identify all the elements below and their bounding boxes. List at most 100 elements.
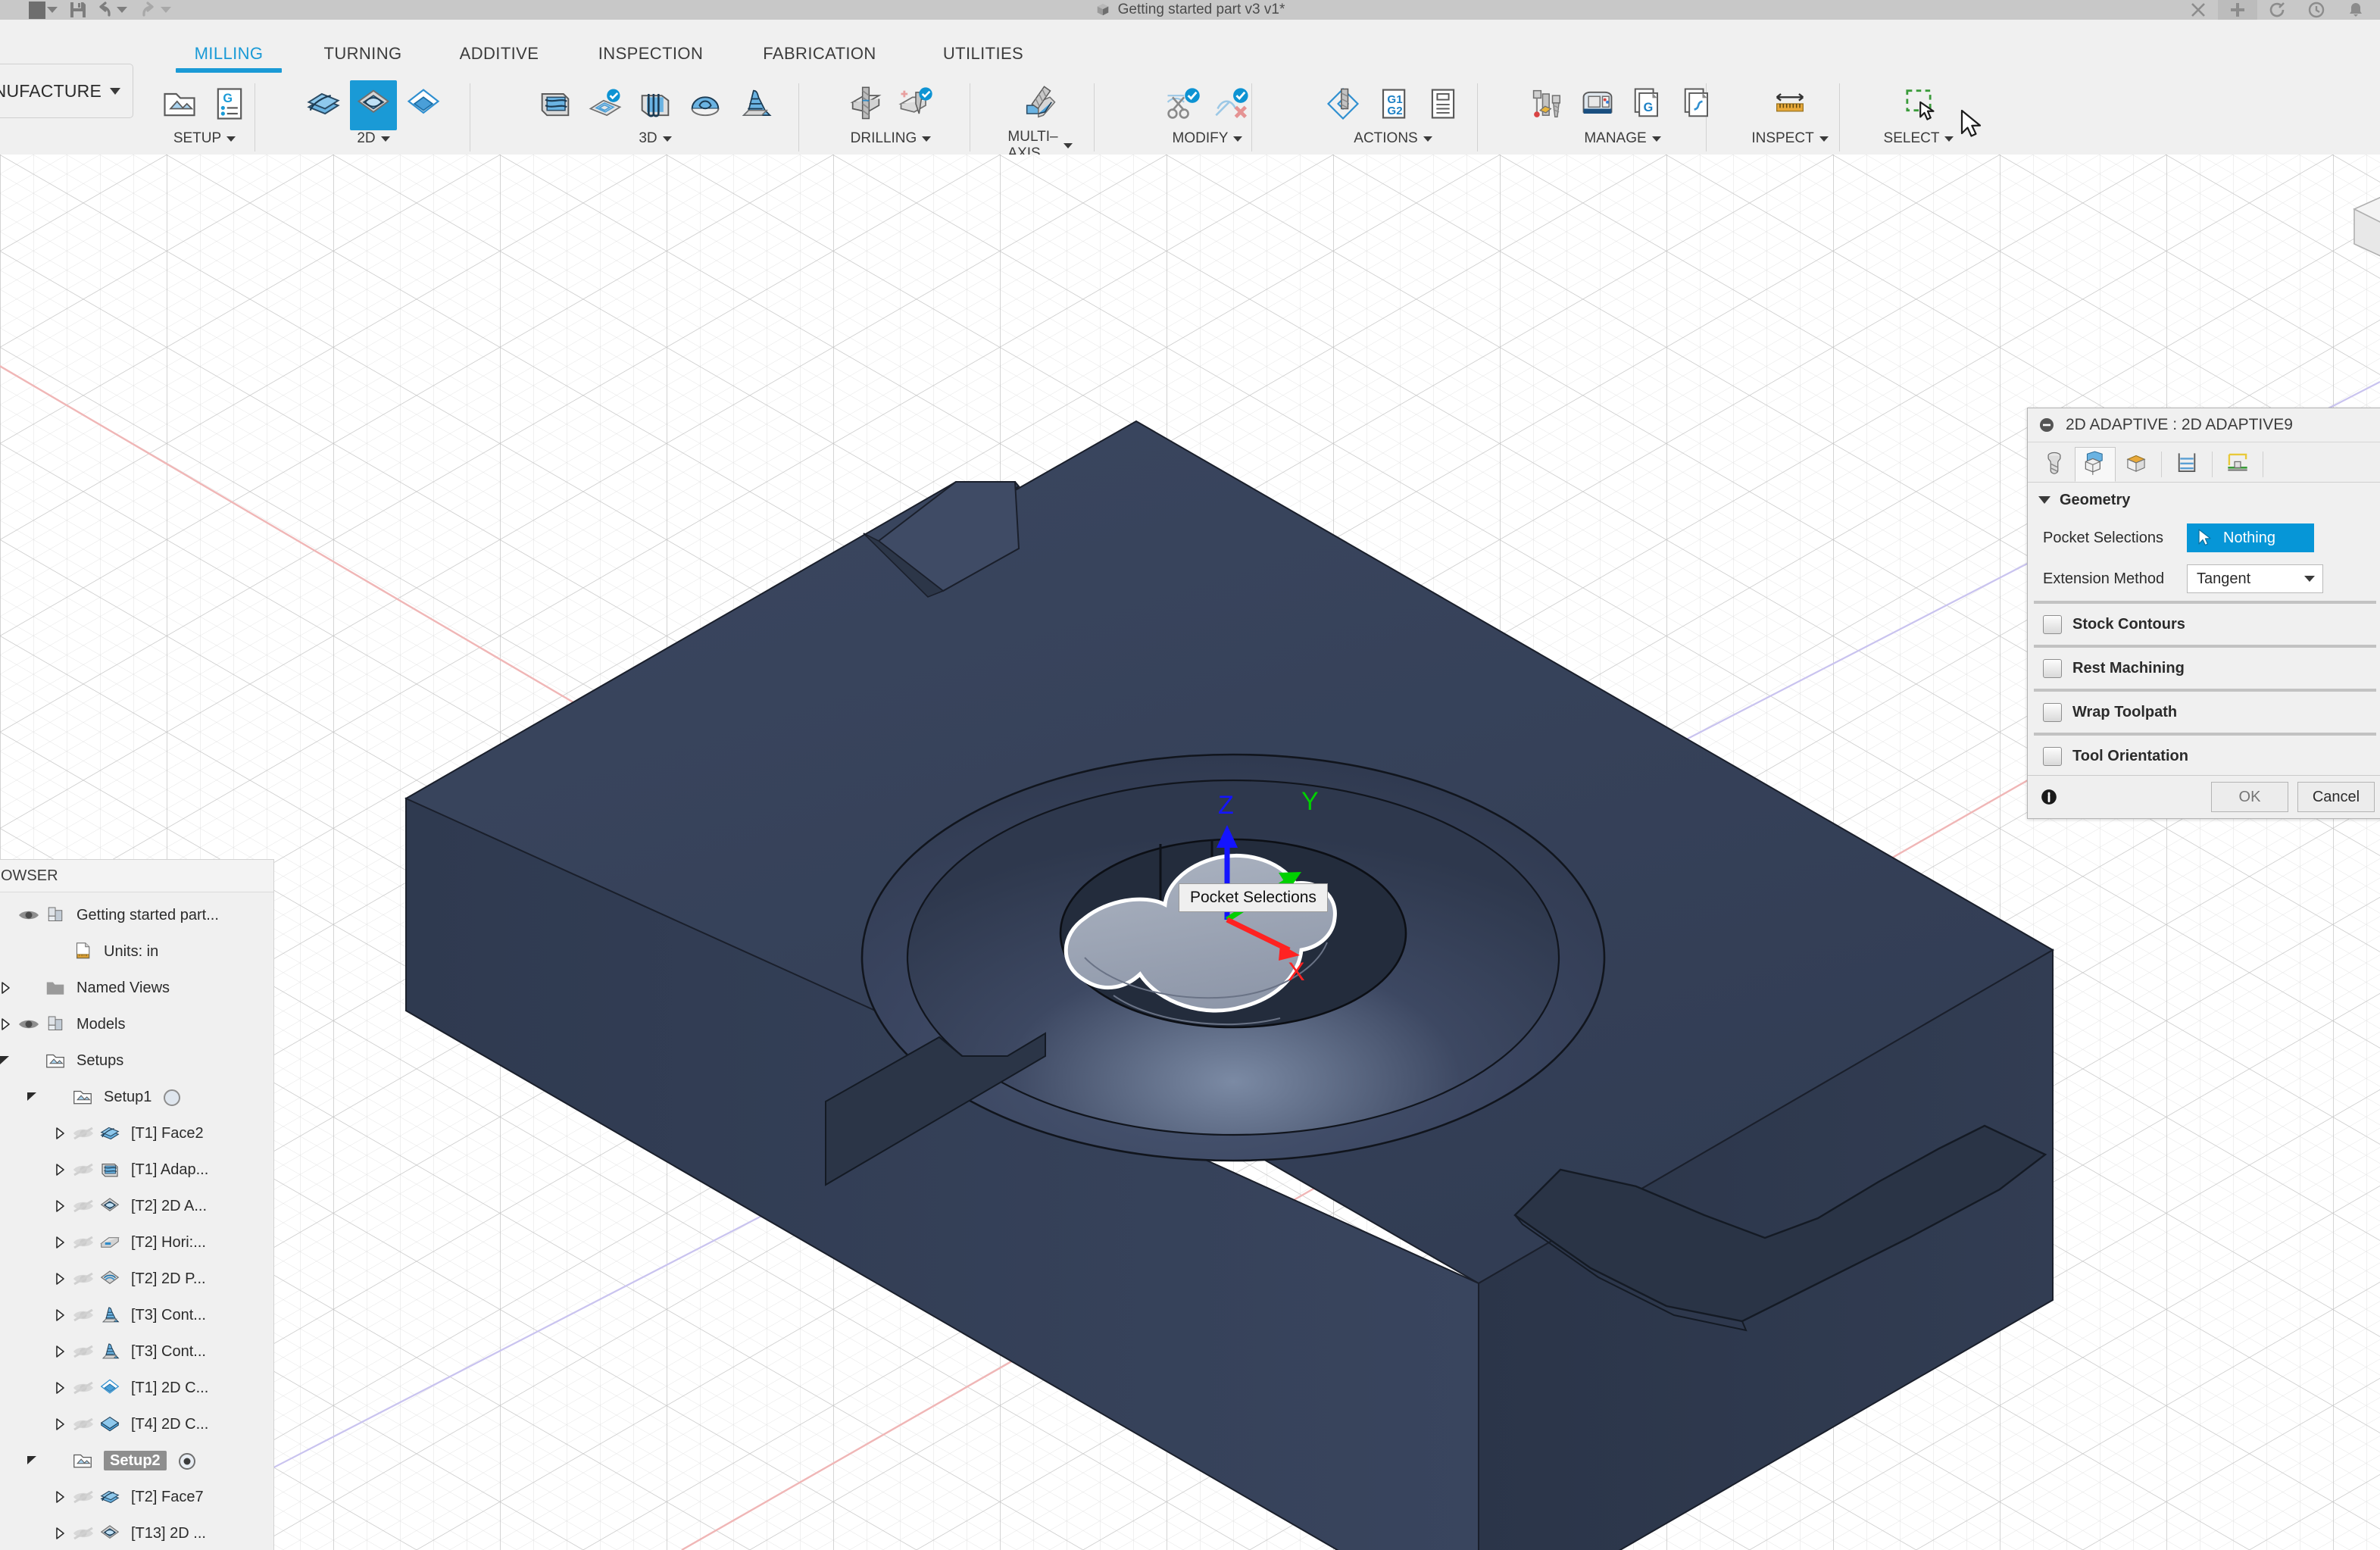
tree-expander[interactable] xyxy=(23,1088,42,1106)
tree-expander[interactable] xyxy=(51,1197,69,1215)
close-tab-button[interactable] xyxy=(2179,0,2218,20)
measure-button[interactable] xyxy=(1766,80,1813,130)
ribbon-group-label[interactable]: ACTIONS xyxy=(1354,130,1432,147)
visibility-toggle[interactable] xyxy=(69,1162,98,1177)
tree-expander[interactable] xyxy=(0,1015,14,1033)
ribbon-tab-inspection[interactable]: INSPECTION xyxy=(579,44,723,64)
tree-expander[interactable] xyxy=(51,1270,69,1288)
bore-button[interactable] xyxy=(892,80,939,130)
pocket-clearing-button[interactable] xyxy=(582,80,629,130)
refresh-button[interactable] xyxy=(2257,0,2297,20)
browser-tree-item[interactable]: Units: in xyxy=(0,933,273,970)
info-icon[interactable] xyxy=(2040,788,2058,806)
trim-toolpath-button[interactable] xyxy=(1159,80,1206,130)
visibility-toggle[interactable] xyxy=(69,1235,98,1250)
cam-part-model[interactable]: Z Y X xyxy=(0,155,2380,1550)
geometry-tab[interactable] xyxy=(2075,447,2116,482)
ribbon-group-label[interactable]: INSPECT xyxy=(1751,130,1829,147)
browser-tree-item[interactable]: Setup1 xyxy=(0,1079,273,1115)
tree-expander[interactable] xyxy=(23,1452,42,1470)
browser-tree-item[interactable]: [T2] Hori:... xyxy=(0,1224,273,1261)
post-library-button[interactable]: G xyxy=(1624,80,1671,130)
tree-expander[interactable] xyxy=(51,1415,69,1433)
browser-tree-item[interactable]: [T3] Cont... xyxy=(0,1333,273,1370)
checkbox[interactable] xyxy=(2043,702,2062,722)
browser-tree-item[interactable]: [T1] Face2 xyxy=(0,1115,273,1152)
visibility-toggle[interactable] xyxy=(69,1380,98,1395)
parallel-button[interactable] xyxy=(632,80,679,130)
face-button[interactable] xyxy=(300,80,347,130)
swarf-button[interactable] xyxy=(1017,80,1064,130)
delete-toolpath-button[interactable] xyxy=(1209,80,1256,130)
tree-expander[interactable] xyxy=(0,1052,14,1070)
checkbox[interactable] xyxy=(2043,746,2062,766)
visibility-toggle[interactable] xyxy=(69,1417,98,1432)
notifications-button[interactable] xyxy=(2336,0,2375,20)
tree-expander[interactable] xyxy=(0,906,14,924)
visibility-toggle[interactable] xyxy=(69,1198,98,1214)
job-status-button[interactable] xyxy=(2297,0,2336,20)
ribbon-group-label[interactable]: MODIFY xyxy=(1173,130,1243,147)
wrap-toolpath-checkbox[interactable]: Wrap Toolpath xyxy=(2028,693,2380,731)
adaptive-clearing-button[interactable] xyxy=(532,80,579,130)
browser-tree-item[interactable]: [T2] Face7 xyxy=(0,1479,273,1515)
browser-tree[interactable]: Getting started part... Units: in Named Vi… xyxy=(0,892,273,1550)
browser-tree-item[interactable]: [T2] 2D P... xyxy=(0,1261,273,1297)
geometry-section-header[interactable]: Geometry xyxy=(2028,483,2380,517)
drill-button[interactable] xyxy=(842,80,889,130)
ribbon-group-label[interactable]: MANAGE xyxy=(1584,130,1661,147)
visibility-toggle[interactable] xyxy=(69,1308,98,1323)
ribbon-group-label[interactable]: SETUP xyxy=(173,130,236,147)
pocket-selections-button[interactable]: Nothing xyxy=(2187,523,2314,552)
browser-tree-item[interactable]: [T13] 2D ... xyxy=(0,1515,273,1550)
view-cube[interactable] xyxy=(2288,186,2380,270)
checkbox[interactable] xyxy=(2043,614,2062,634)
tree-expander[interactable] xyxy=(51,1488,69,1506)
passes-tab[interactable] xyxy=(2166,447,2207,482)
browser-tree-item[interactable]: Models xyxy=(0,1006,273,1042)
linking-tab[interactable] xyxy=(2217,447,2258,482)
rest-machining-checkbox[interactable]: Rest Machining xyxy=(2028,649,2380,687)
browser-tree-item[interactable]: [T1] 2D C... xyxy=(0,1370,273,1406)
browser-tree-item[interactable]: Setups xyxy=(0,1042,273,1079)
ribbon-tab-fabrication[interactable]: FABRICATION xyxy=(744,44,895,64)
setup-activate-radio[interactable] xyxy=(177,1452,195,1470)
machine-library-button[interactable] xyxy=(1574,80,1621,130)
visibility-toggle[interactable] xyxy=(14,1017,43,1032)
visibility-toggle[interactable] xyxy=(14,908,43,923)
visibility-toggle[interactable] xyxy=(69,1344,98,1359)
tool-tab[interactable] xyxy=(2034,447,2075,482)
visibility-toggle[interactable] xyxy=(69,1126,98,1141)
ribbon-tab-milling[interactable]: MILLING xyxy=(176,44,282,73)
tree-expander[interactable] xyxy=(51,1379,69,1397)
ribbon-group-label[interactable]: 3D xyxy=(639,130,672,147)
window-select-button[interactable] xyxy=(1895,80,1942,130)
visibility-toggle[interactable] xyxy=(69,1526,98,1541)
ribbon-tab-utilities[interactable]: UTILITIES xyxy=(923,44,1044,64)
setup-sheet-button[interactable] xyxy=(1420,80,1466,130)
cancel-button[interactable]: Cancel xyxy=(2297,782,2375,812)
visibility-toggle[interactable] xyxy=(69,1489,98,1505)
new-tab-button[interactable] xyxy=(2218,0,2257,20)
tree-expander[interactable] xyxy=(51,1524,69,1542)
setup-activate-radio[interactable] xyxy=(162,1088,181,1106)
browser-tree-item[interactable]: [T3] Cont... xyxy=(0,1297,273,1333)
ribbon-tab-turning[interactable]: TURNING xyxy=(306,44,420,64)
heights-tab[interactable] xyxy=(2116,447,2157,482)
ribbon-tab-additive[interactable]: ADDITIVE xyxy=(442,44,556,64)
stock-contours-checkbox[interactable]: Stock Contours xyxy=(2028,605,2380,643)
browser-tree-item[interactable]: Getting started part... xyxy=(0,897,273,933)
nc-program-button[interactable]: G1 G2 xyxy=(1370,80,1416,130)
tool-orientation-checkbox[interactable]: Tool Orientation xyxy=(2028,737,2380,775)
simulate-button[interactable] xyxy=(1320,80,1366,130)
browser-tree-item[interactable]: Setup2 xyxy=(0,1442,273,1479)
visibility-toggle[interactable] xyxy=(69,1271,98,1286)
ribbon-group-label[interactable]: SELECT xyxy=(1884,130,1954,147)
browser-tree-item[interactable]: [T1] Adap... xyxy=(0,1152,273,1188)
dialog-tab-strip[interactable] xyxy=(2028,442,2380,483)
new-nc-program-button[interactable]: G xyxy=(206,80,253,130)
scallop-button[interactable] xyxy=(682,80,729,130)
contour-3d-button[interactable] xyxy=(732,80,779,130)
tree-expander[interactable] xyxy=(23,942,42,961)
ribbon-group-label[interactable]: 2D xyxy=(357,130,390,147)
